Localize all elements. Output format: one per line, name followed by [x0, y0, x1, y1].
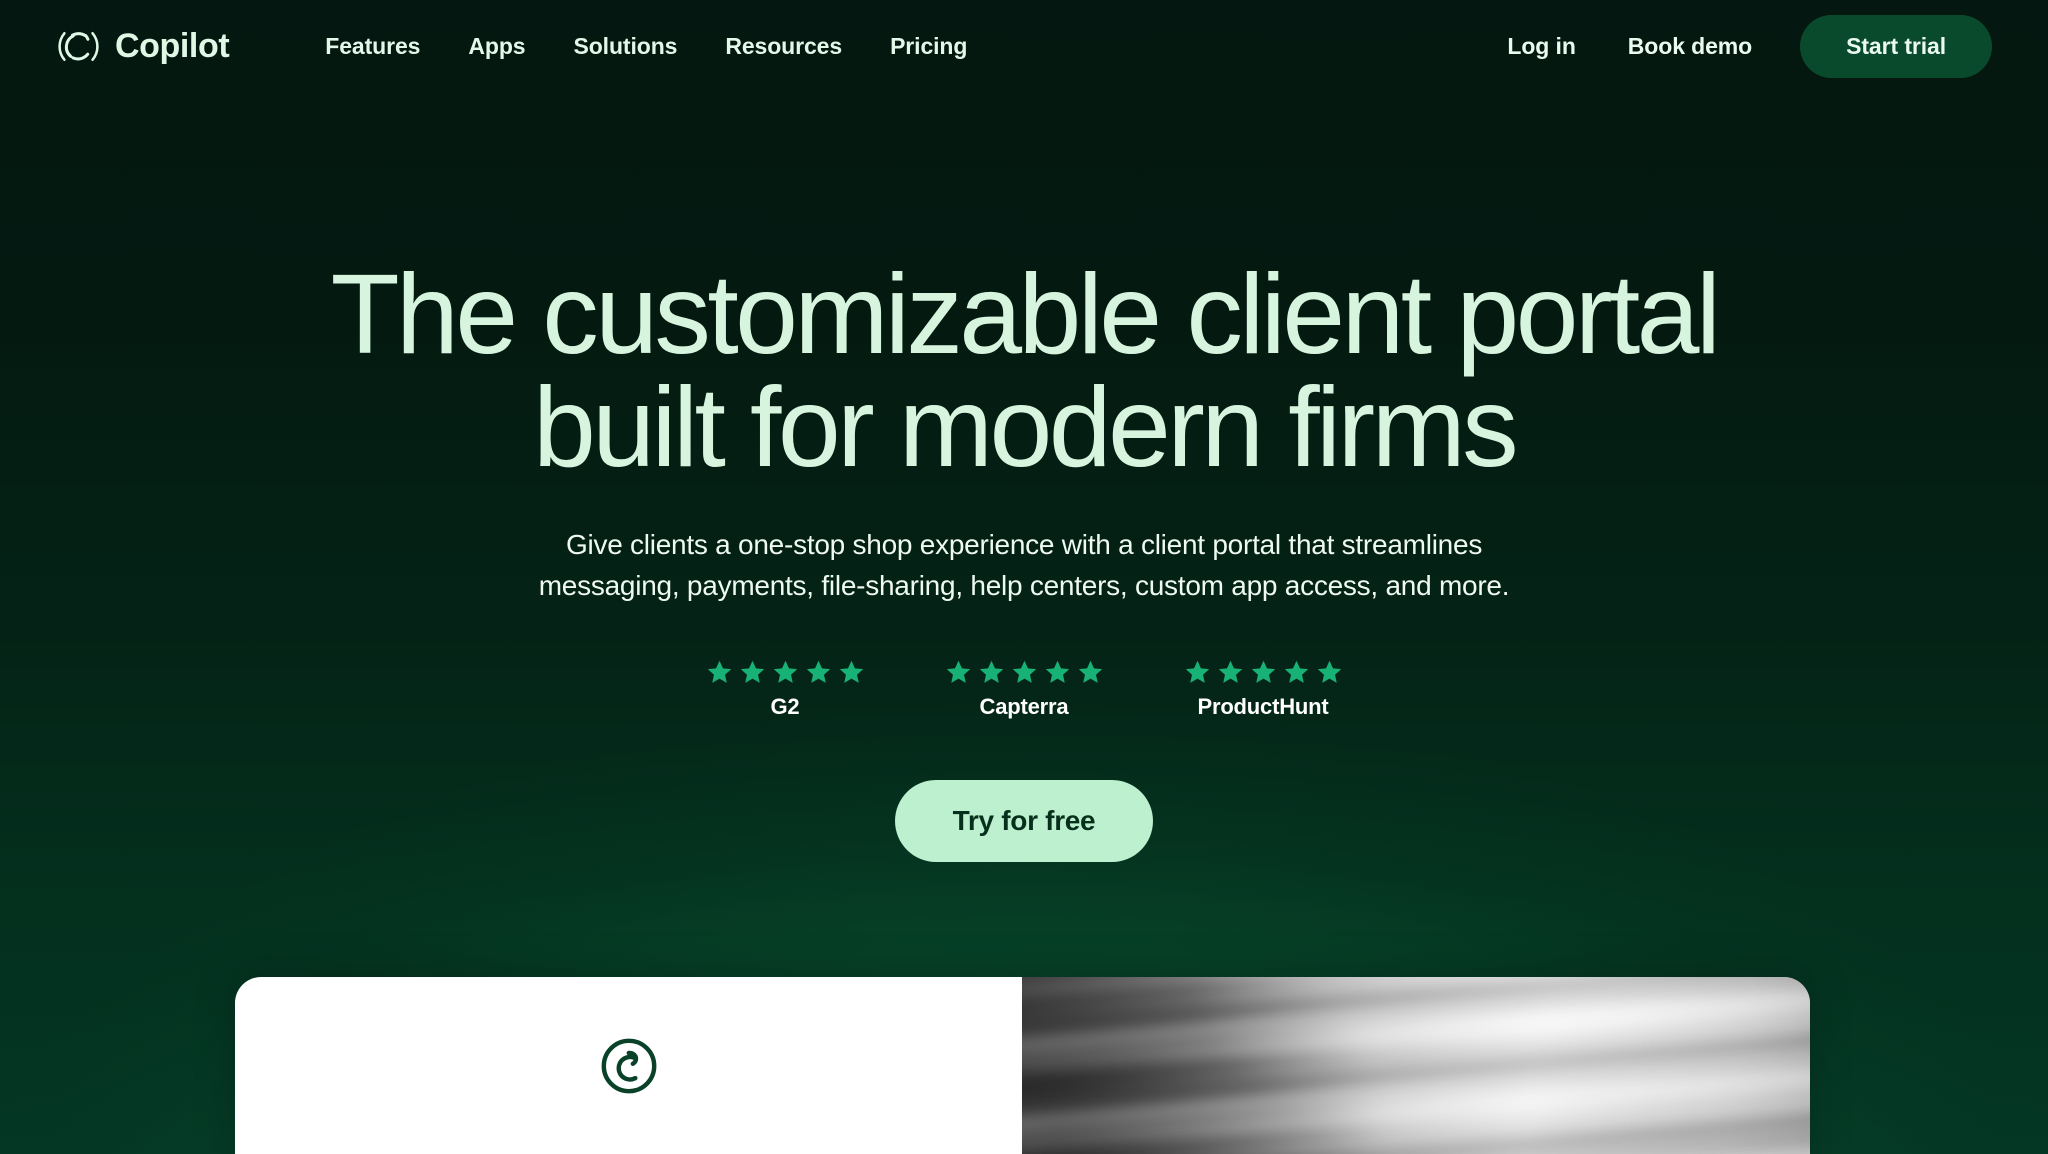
- star-rating: [706, 659, 865, 685]
- login-link[interactable]: Log in: [1481, 23, 1601, 70]
- star-icon: [1078, 660, 1102, 683]
- star-rating: [1184, 659, 1343, 685]
- page-subtitle-line-1: Give clients a one-stop shop experience …: [565, 529, 1483, 560]
- copilot-bracket-circle-logo-icon: [55, 23, 102, 70]
- header-actions: Log in Book demo Start trial: [1481, 14, 1992, 78]
- star-icon: [946, 660, 970, 683]
- showcase-card-left-panel: [235, 977, 1022, 1154]
- star-icon: [707, 660, 731, 683]
- rating-label-g2: G2: [770, 693, 800, 719]
- star-icon: [839, 660, 863, 683]
- book-demo-link[interactable]: Book demo: [1602, 23, 1778, 70]
- copilot-circle-c-mark-icon: [598, 1035, 660, 1097]
- primary-nav: Features Apps Solutions Resources Pricin…: [301, 23, 991, 70]
- rating-g2: G2: [706, 659, 865, 720]
- nav-item-features[interactable]: Features: [301, 23, 444, 70]
- showcase-card-photo: [1022, 977, 1810, 1154]
- star-icon: [806, 660, 830, 683]
- star-rating: [945, 659, 1104, 685]
- rating-label-capterra: Capterra: [979, 693, 1069, 719]
- page-title-line-1: The customizable client portal: [330, 251, 1721, 377]
- nav-item-resources[interactable]: Resources: [701, 23, 866, 70]
- ratings-row: G2 Capterra ProductHunt: [0, 659, 2048, 720]
- star-icon: [1284, 660, 1308, 683]
- rating-capterra: Capterra: [945, 659, 1104, 720]
- site-header: Copilot Features Apps Solutions Resource…: [0, 0, 2048, 92]
- nav-item-apps[interactable]: Apps: [444, 23, 549, 70]
- brand-name: Copilot: [115, 27, 230, 65]
- page-title-line-2: built for modern firms: [532, 364, 1519, 490]
- star-icon: [773, 660, 797, 683]
- nav-item-solutions[interactable]: Solutions: [549, 23, 701, 70]
- star-icon: [1045, 660, 1069, 683]
- rating-label-producthunt: ProductHunt: [1197, 693, 1329, 719]
- star-icon: [1185, 660, 1209, 683]
- star-icon: [1012, 660, 1036, 683]
- star-icon: [740, 660, 764, 683]
- hero-cta-wrap: Try for free: [0, 779, 2048, 862]
- photo-streak-overlay: [1022, 977, 1810, 1154]
- star-icon: [979, 660, 1003, 683]
- star-icon: [1317, 660, 1341, 683]
- start-trial-button[interactable]: Start trial: [1800, 14, 1992, 78]
- page-title: The customizable client portal built for…: [0, 258, 2048, 484]
- page-subtitle: Give clients a one-stop shop experience …: [0, 525, 2048, 607]
- landing-page: Copilot Features Apps Solutions Resource…: [0, 0, 2048, 1154]
- try-for-free-button[interactable]: Try for free: [894, 779, 1154, 862]
- nav-item-pricing[interactable]: Pricing: [866, 23, 991, 70]
- brand-logo-link[interactable]: Copilot: [55, 23, 230, 70]
- star-icon: [1251, 660, 1275, 683]
- page-subtitle-line-2: messaging, payments, file-sharing, help …: [538, 569, 1510, 601]
- star-icon: [1218, 660, 1242, 683]
- showcase-card[interactable]: [235, 977, 1810, 1154]
- rating-producthunt: ProductHunt: [1184, 659, 1343, 720]
- hero-section: The customizable client portal built for…: [0, 0, 2048, 862]
